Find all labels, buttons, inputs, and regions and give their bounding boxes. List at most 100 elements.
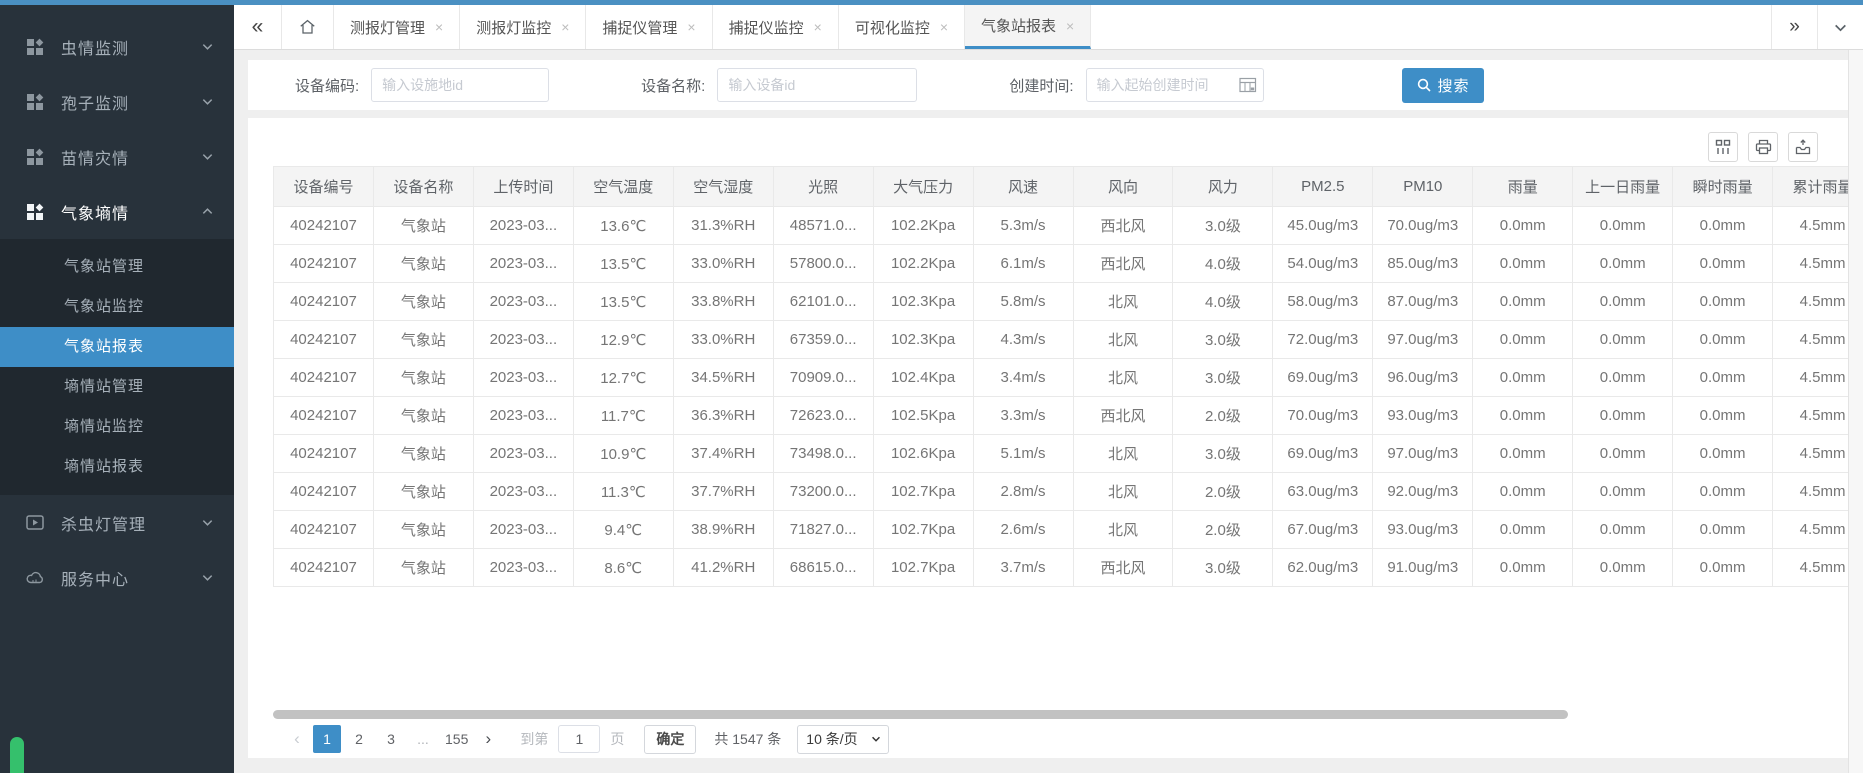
table-cell: 40242107 bbox=[274, 207, 374, 245]
toolbar-columns-button[interactable] bbox=[1708, 132, 1738, 162]
table-cell: 48571.0... bbox=[773, 207, 873, 245]
calendar-icon[interactable] bbox=[1239, 77, 1257, 93]
sidebar-collapse-button[interactable]: « bbox=[234, 5, 282, 49]
search-fields: 设备编码:设备名称:创建时间: bbox=[295, 68, 1356, 102]
column-header: 风力 bbox=[1173, 167, 1273, 207]
page-size-select[interactable]: 10 条/页 bbox=[797, 725, 889, 754]
sidebar-subitem-weather-station-monitor[interactable]: 气象站监控 bbox=[0, 287, 234, 327]
goto-confirm-button[interactable]: 确定 bbox=[644, 725, 696, 754]
sidebar-scroll-indicator[interactable] bbox=[10, 737, 24, 773]
sidebar-item-weather-moisture[interactable]: 气象墒情 bbox=[0, 184, 234, 239]
page-buttons: 123...155 bbox=[313, 725, 472, 753]
table-cell: 97.0ug/m3 bbox=[1373, 321, 1473, 359]
table-cell: 气象站 bbox=[373, 397, 473, 435]
grid-icon bbox=[26, 38, 44, 56]
chevron-up-icon bbox=[201, 205, 214, 218]
close-icon[interactable]: × bbox=[814, 19, 822, 35]
close-icon[interactable]: × bbox=[687, 19, 695, 35]
column-header: PM2.5 bbox=[1273, 167, 1373, 207]
sidebar-item-spore-monitoring[interactable]: 孢子监测 bbox=[0, 74, 234, 129]
close-icon[interactable]: × bbox=[940, 19, 948, 35]
sidebar-subitem-moisture-station-monitor[interactable]: 墒情站监控 bbox=[0, 407, 234, 447]
table-cell: 2023-03... bbox=[473, 511, 573, 549]
tab-report-lamp-manage[interactable]: 测报灯管理 × bbox=[334, 5, 460, 49]
close-icon[interactable]: × bbox=[561, 19, 569, 35]
table-cell: 西北风 bbox=[1073, 245, 1173, 283]
vertical-scrollbar[interactable] bbox=[1848, 50, 1863, 773]
sidebar-subitem-moisture-station-manage[interactable]: 墒情站管理 bbox=[0, 367, 234, 407]
table-cell: 73498.0... bbox=[773, 435, 873, 473]
table-cell: 13.5℃ bbox=[573, 283, 673, 321]
table-cell: 0.0mm bbox=[1673, 473, 1773, 511]
tab-report-lamp-monitor[interactable]: 测报灯监控× bbox=[460, 5, 586, 49]
table-cell: 85.0ug/m3 bbox=[1373, 245, 1473, 283]
close-icon[interactable]: × bbox=[435, 19, 443, 35]
prev-page-button[interactable]: ‹ bbox=[285, 729, 309, 749]
toolbar-export-button[interactable] bbox=[1788, 132, 1818, 162]
tab-label: 测报灯管理 bbox=[350, 17, 425, 38]
page-button-3[interactable]: 3 bbox=[377, 725, 405, 753]
table-cell: 2023-03... bbox=[473, 435, 573, 473]
chevron-down-icon bbox=[201, 516, 214, 529]
table-cell: 9.4℃ bbox=[573, 511, 673, 549]
cloud-icon bbox=[26, 569, 44, 587]
table-cell: 54.0ug/m3 bbox=[1273, 245, 1373, 283]
table-cell: 2023-03... bbox=[473, 473, 573, 511]
sidebar-item-service-center[interactable]: 服务中心 bbox=[0, 550, 234, 605]
tabs-list: 测报灯管理×测报灯监控×捕捉仪管理×捕捉仪监控×可视化监控×气象站报表× bbox=[334, 5, 1091, 49]
page-button-2[interactable]: 2 bbox=[345, 725, 373, 753]
page-button-155[interactable]: 155 bbox=[441, 725, 472, 753]
tab-visual-monitor[interactable]: 可视化监控× bbox=[839, 5, 965, 49]
sidebar-subitem-weather-station-manage[interactable]: 气象站管理 bbox=[0, 247, 234, 287]
sidebar-item-insect-monitoring[interactable]: 虫情监测 bbox=[0, 19, 234, 74]
page-button-1[interactable]: 1 bbox=[313, 725, 341, 753]
table-cell: 北风 bbox=[1073, 359, 1173, 397]
sidebar-subitem-weather-station-report[interactable]: 气象站报表 bbox=[0, 327, 234, 367]
table-row: 40242107气象站2023-03...12.9℃33.0%RH67359.0… bbox=[274, 321, 1849, 359]
tab-weather-station-report[interactable]: 气象站报表× bbox=[965, 5, 1091, 49]
search-button[interactable]: 搜索 bbox=[1402, 68, 1484, 103]
table-cell: 0.0mm bbox=[1573, 473, 1673, 511]
next-page-button[interactable]: › bbox=[476, 729, 500, 749]
search-input-device-code[interactable] bbox=[371, 68, 549, 102]
home-icon bbox=[298, 18, 317, 36]
table-cell: 33.0%RH bbox=[673, 245, 773, 283]
table-cell: 38.9%RH bbox=[673, 511, 773, 549]
chevron-down-icon bbox=[201, 95, 214, 108]
home-tab[interactable] bbox=[282, 5, 334, 49]
tab-dropdown-button[interactable] bbox=[1817, 5, 1863, 49]
table-cell: 气象站 bbox=[373, 245, 473, 283]
table-cell: 3.0级 bbox=[1173, 321, 1273, 359]
table-cell: 北风 bbox=[1073, 321, 1173, 359]
table-cell: 西北风 bbox=[1073, 207, 1173, 245]
sidebar-subitem-moisture-station-report[interactable]: 墒情站报表 bbox=[0, 447, 234, 487]
tab-catcher-monitor[interactable]: 捕捉仪监控× bbox=[713, 5, 839, 49]
horizontal-scrollbar-thumb[interactable] bbox=[273, 710, 1568, 719]
search-input-device-name[interactable] bbox=[717, 68, 917, 102]
column-header: 风向 bbox=[1073, 167, 1173, 207]
search-input-create-time[interactable] bbox=[1086, 68, 1264, 102]
tab-overflow-button[interactable]: » bbox=[1771, 5, 1817, 49]
sidebar: 虫情监测孢子监测苗情灾情气象墒情气象站管理气象站监控气象站报表墒情站管理墒情站监… bbox=[0, 5, 234, 773]
table-cell: 12.9℃ bbox=[573, 321, 673, 359]
table-cell: 4.5mm bbox=[1773, 359, 1848, 397]
table-cell: 62101.0... bbox=[773, 283, 873, 321]
tab-catcher-manage[interactable]: 捕捉仪管理× bbox=[586, 5, 712, 49]
sidebar-item-insecticidal-lamp-manage[interactable]: 杀虫灯管理 bbox=[0, 495, 234, 550]
column-header: 空气温度 bbox=[573, 167, 673, 207]
toolbar-print-button[interactable] bbox=[1748, 132, 1778, 162]
table-cell: 33.8%RH bbox=[673, 283, 773, 321]
page-ellipsis: ... bbox=[409, 725, 437, 753]
table-cell: 31.3%RH bbox=[673, 207, 773, 245]
sidebar-item-label: 杀虫灯管理 bbox=[61, 511, 146, 535]
table-cell: 69.0ug/m3 bbox=[1273, 359, 1373, 397]
goto-page-input[interactable] bbox=[558, 725, 600, 753]
close-icon[interactable]: × bbox=[1066, 18, 1074, 34]
sidebar-item-seedling-disaster[interactable]: 苗情灾情 bbox=[0, 129, 234, 184]
table-cell: 36.3%RH bbox=[673, 397, 773, 435]
sidebar-item-label: 服务中心 bbox=[61, 566, 129, 590]
table-cell: 4.5mm bbox=[1773, 511, 1848, 549]
table-cell: 0.0mm bbox=[1673, 511, 1773, 549]
table-cell: 0.0mm bbox=[1673, 435, 1773, 473]
table-cell: 4.5mm bbox=[1773, 321, 1848, 359]
